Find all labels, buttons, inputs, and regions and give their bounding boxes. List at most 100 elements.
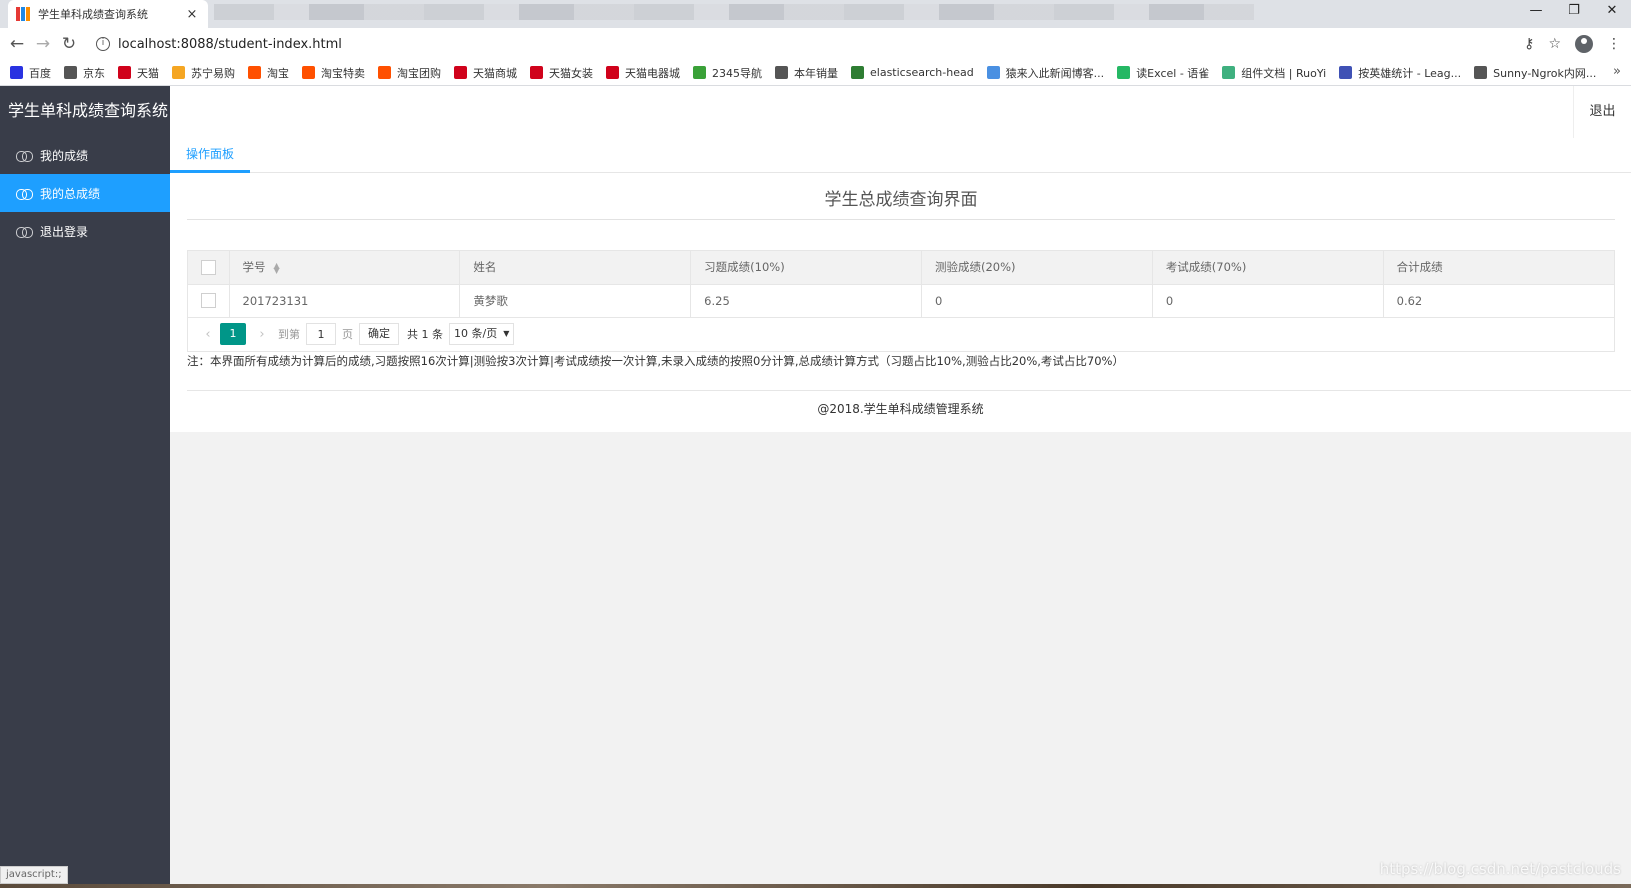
column-header-exam: 考试成绩(70%) [1152,251,1384,285]
status-bubble: javascript:; [0,866,68,884]
bookmark-item[interactable]: elasticsearch-head [851,66,974,79]
sidebar-item-label: 我的总成绩 [40,186,101,201]
bookmark-label: 天猫女装 [549,66,593,80]
bookmark-item[interactable]: 本年销量 [775,65,838,81]
bookmark-label: 淘宝 [267,66,289,80]
baidu-icon [10,66,23,79]
tabs-bar: 操作面板 [170,138,1631,173]
sidebar-item-my-total-scores[interactable]: 我的总成绩 [0,174,170,212]
link-icon [16,150,33,162]
app-favicon-icon [16,7,30,21]
bookmark-item[interactable]: 天猫女装 [530,65,593,81]
watermark: https://blog.csdn.net/pastclouds [1379,860,1621,878]
page-size-select[interactable]: 10 条/页 ▼ [449,323,515,345]
bookmark-item[interactable]: 天猫电器城 [606,65,680,81]
sort-icon[interactable]: ▲ ▼ [274,261,280,274]
column-header-student-id[interactable]: 学号 ▲ ▼ [229,251,461,285]
prev-page-icon[interactable]: ‹ [198,327,218,342]
star-icon[interactable]: ☆ [1548,36,1561,52]
url-text[interactable]: localhost:8088/student-index.html [118,37,342,52]
next-page-icon[interactable]: › [252,327,272,342]
cell-student-id: 201723131 [229,284,461,318]
bookmark-label: 组件文档 | RuoYi [1241,66,1327,80]
restore-icon[interactable]: ❐ [1555,0,1593,24]
bookmark-label: 京东 [83,66,105,80]
sidebar-item-label: 我的成绩 [40,148,89,163]
bookmark-item[interactable]: 组件文档 | RuoYi [1222,65,1326,81]
row-checkbox[interactable] [200,293,216,308]
bookmark-label: 天猫电器城 [625,66,680,80]
top-header: 退出 [170,86,1631,138]
cell-exercise: 6.25 [690,284,922,318]
app-logo: 学生单科成绩查询系统 [8,101,169,120]
nav2345-icon [693,66,706,79]
suning-icon [172,66,185,79]
chevron-down-icon: ▼ [503,329,510,338]
current-page[interactable]: 1 [220,323,246,345]
bookmark-label: 淘宝团购 [397,66,441,80]
main-content: 学生总成绩查询界面 学号 ▲ ▼ 姓名 习题成绩(10%) 测验成绩(20%) 考试… [170,173,1631,432]
logout-button[interactable]: 退出 [1573,86,1631,138]
cell-quiz: 0 [921,284,1153,318]
bookmark-label: 百度 [29,66,51,80]
pagination: ‹ 1 › 到第 页 确定 共 1 条 10 条/页 ▼ [188,318,1614,351]
bookmark-item[interactable]: 天猫商城 [454,65,517,81]
tab-operation-panel[interactable]: 操作面板 [170,138,251,173]
address-bar[interactable]: i localhost:8088/student-index.html [88,31,1524,57]
tab-close-icon[interactable]: × [184,7,200,22]
footer-copyright: @2018.学生单科成绩管理系统 [817,402,984,416]
sidebar-item-my-scores[interactable]: 我的成绩 [0,136,170,174]
globe-icon [64,66,77,79]
select-all-cell [188,251,230,285]
browser-toolbar: ← → ↻ i localhost:8088/student-index.htm… [0,28,1631,60]
bookmark-item[interactable]: 按英雄统计 - Leag... [1339,65,1461,81]
back-arrow-icon[interactable]: ← [4,34,30,54]
menu-dots-icon[interactable]: ⋮ [1607,36,1621,52]
bookmarks-more-icon[interactable]: » [1613,64,1621,79]
bookmark-item[interactable]: 百度 [10,65,51,81]
sidebar: 学生单科成绩查询系统 我的成绩 我的总成绩 退出登录 [0,86,170,888]
bookmark-item[interactable]: 淘宝特卖 [302,65,365,81]
bookmark-item[interactable]: 天猫 [118,65,159,81]
goto-page-input[interactable] [306,323,336,345]
bookmark-item[interactable]: 淘宝 [248,65,289,81]
bookmark-item[interactable]: 猿来入此新闻博客... [986,65,1104,81]
bookmark-item[interactable]: 苏宁易购 [172,65,235,81]
desktop-strip [0,884,1631,888]
cell-total: 0.62 [1383,284,1614,318]
tmall-icon [118,66,131,79]
tmall-icon [606,66,619,79]
forward-arrow-icon[interactable]: → [30,34,56,54]
profile-avatar-icon[interactable] [1575,35,1593,53]
tmall-icon [530,66,543,79]
row-select-cell [188,284,230,318]
bookmark-item[interactable]: 淘宝团购 [378,65,441,81]
goto-label: 到第 [278,328,300,341]
footer-divider [187,390,1631,391]
blurred-tabs [214,4,1254,20]
bookmark-item[interactable]: 2345导航 [693,65,762,81]
confirm-button[interactable]: 确定 [359,323,399,345]
bookmark-label: 苏宁易购 [191,66,235,80]
site-info-icon[interactable]: i [96,37,110,51]
window-controls: — ❐ ✕ [1517,0,1631,24]
bookmark-label: 天猫商城 [473,66,517,80]
select-all-checkbox[interactable] [200,259,216,275]
bookmarks-bar: 百度 京东 天猫 苏宁易购 淘宝 淘宝特卖 淘宝团购 天猫商城 天猫女装 天猫电器城 2345导航 本… [0,60,1631,86]
browser-tab-title: 学生单科成绩查询系统 [38,8,148,21]
minimize-icon[interactable]: — [1517,0,1555,24]
reload-icon[interactable]: ↻ [56,34,82,54]
bookmark-item[interactable]: Sunny-Ngrok内网... [1474,65,1596,81]
scores-table: 学号 ▲ ▼ 姓名 习题成绩(10%) 测验成绩(20%) 考试成绩(70%) 合计… [187,250,1615,352]
key-icon[interactable]: ⚷ [1524,36,1534,52]
browser-tab[interactable]: 学生单科成绩查询系统 × [8,0,208,28]
window-close-icon[interactable]: ✕ [1593,0,1631,24]
table-row[interactable]: 201723131 黄梦歌 6.25 0 0 0.62 [188,284,1614,318]
column-header-label: 学号 [242,260,266,275]
bookmark-item[interactable]: 读Excel - 语雀 [1117,65,1209,81]
page-unit-label: 页 [342,328,353,341]
column-header-quiz: 测验成绩(20%) [921,251,1153,285]
bookmark-item[interactable]: 京东 [64,65,105,81]
sidebar-item-logout[interactable]: 退出登录 [0,212,170,250]
page-size-value: 10 条/页 [454,327,498,340]
